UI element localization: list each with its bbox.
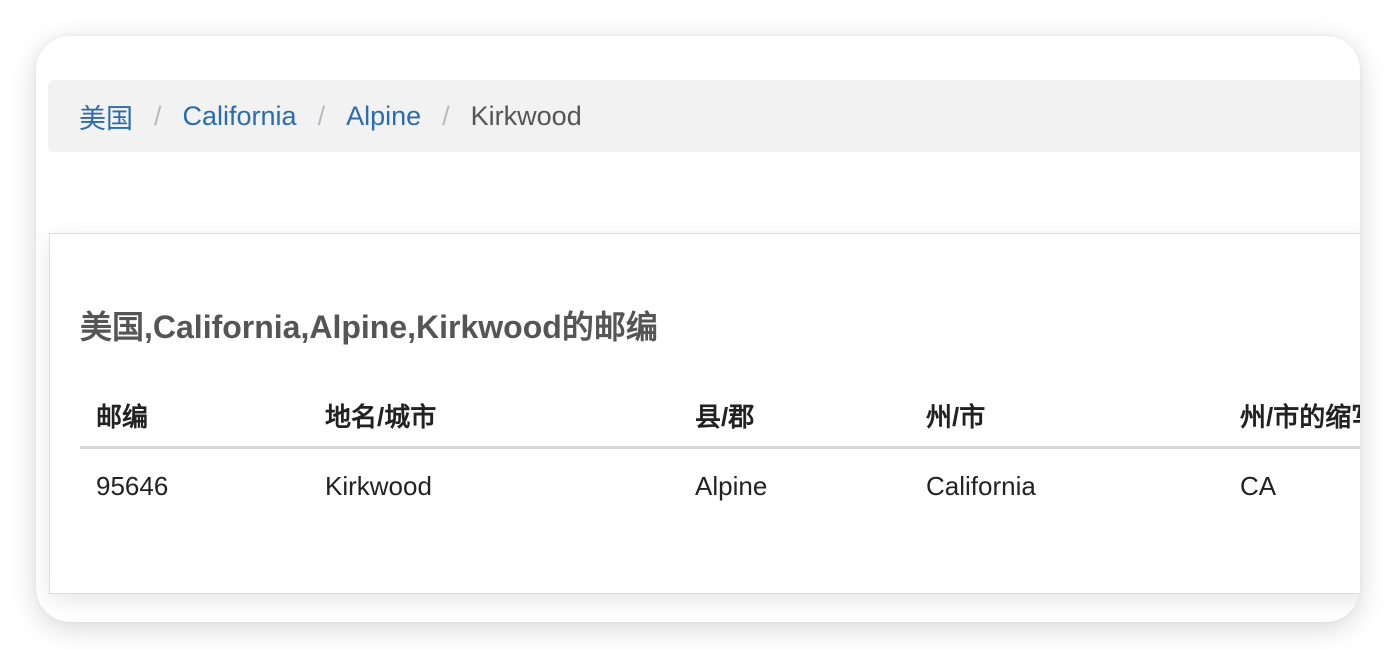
breadcrumb-link-state[interactable]: California	[183, 101, 297, 132]
column-header-zip: 邮编	[80, 384, 309, 449]
page-title: 美国,California,Alpine,Kirkwood的邮编	[80, 309, 658, 345]
cell-state: California	[926, 470, 1036, 501]
breadcrumb-current: Kirkwood	[470, 100, 582, 131]
column-header-place: 地名/城市	[309, 384, 679, 449]
zip-code-table: 邮编 地名/城市 县/郡 州/市 州/市的缩写 95646 Kirkwood A…	[80, 384, 1360, 523]
column-header-state: 州/市	[910, 384, 1224, 449]
browser-window: 美国 / California / Alpine / Kirkwood 美国,C…	[36, 36, 1360, 622]
zip-code-card: 美国,California,Alpine,Kirkwood的邮编 邮编 地名/城…	[49, 233, 1360, 594]
breadcrumb-link-county[interactable]: Alpine	[346, 101, 421, 132]
breadcrumb-separator: /	[317, 100, 326, 131]
cell-place: Kirkwood	[325, 470, 432, 501]
breadcrumb-link-country[interactable]: 美国	[79, 97, 133, 136]
breadcrumb-separator: /	[442, 100, 450, 131]
table-header-row: 邮编 地名/城市 县/郡 州/市 州/市的缩写	[80, 384, 1360, 449]
column-header-county: 县/郡	[679, 384, 910, 449]
column-header-state-abbr: 州/市的缩写	[1224, 384, 1360, 449]
cell-county: Alpine	[695, 470, 768, 501]
cell-state-abbr: CA	[1240, 470, 1277, 501]
table-row: 95646 Kirkwood Alpine California CA	[80, 448, 1360, 524]
cell-zip: 95646	[96, 470, 169, 501]
breadcrumb-separator: /	[154, 100, 162, 131]
breadcrumb: 美国 / California / Alpine / Kirkwood	[48, 80, 1360, 152]
